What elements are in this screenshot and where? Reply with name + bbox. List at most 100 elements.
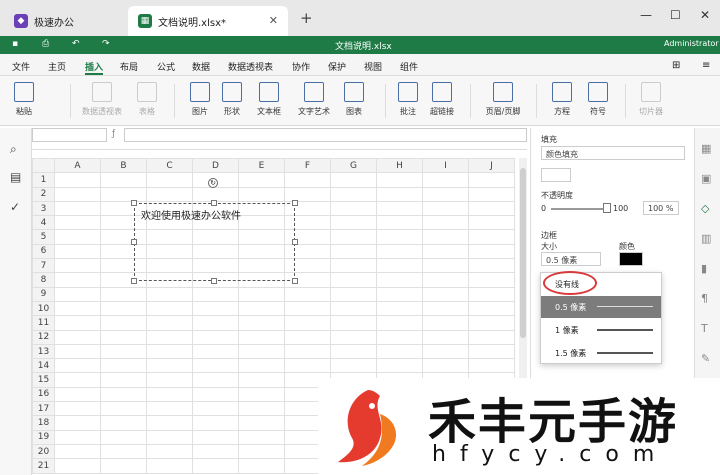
minimize-button[interactable]: — <box>640 8 652 22</box>
cell[interactable] <box>376 358 423 374</box>
cell[interactable] <box>192 343 239 360</box>
cell[interactable] <box>376 258 423 274</box>
border-color-swatch[interactable] <box>619 252 643 266</box>
name-box[interactable] <box>32 128 107 142</box>
column-header[interactable]: I <box>422 158 469 174</box>
row-header[interactable]: 6 <box>32 243 55 260</box>
new-tab-button[interactable]: + <box>300 9 313 27</box>
menu-view[interactable]: 视图 <box>364 60 382 73</box>
chart-button[interactable]: 图表 <box>340 82 368 117</box>
bar-chart-icon[interactable]: ▮ <box>701 262 707 275</box>
cell[interactable] <box>192 401 239 417</box>
cell[interactable] <box>100 415 147 431</box>
select-all-corner[interactable] <box>32 158 55 174</box>
dropdown-option-15[interactable]: 1.5 像素 <box>541 342 661 364</box>
cell[interactable] <box>54 315 101 331</box>
cell[interactable] <box>100 443 147 460</box>
row-header[interactable]: 2 <box>32 186 55 202</box>
cell[interactable] <box>330 272 377 288</box>
cell[interactable] <box>238 286 285 302</box>
cell[interactable] <box>468 229 515 245</box>
cell[interactable] <box>422 300 469 317</box>
row-header[interactable]: 1 <box>32 172 55 188</box>
formula-input[interactable] <box>124 128 527 142</box>
equation-button[interactable]: 方程 <box>548 82 576 117</box>
cell[interactable] <box>100 429 147 445</box>
shape-settings-icon[interactable]: ◇ <box>701 202 709 215</box>
open-file-icon[interactable]: ⊞ <box>672 60 680 71</box>
resize-handle[interactable] <box>292 200 298 206</box>
cell[interactable] <box>100 386 147 403</box>
cell[interactable] <box>146 401 193 417</box>
dropdown-option-1[interactable]: 1 像素 <box>541 319 661 341</box>
cell[interactable] <box>54 200 101 217</box>
cell[interactable] <box>54 429 101 445</box>
row-header[interactable]: 8 <box>32 272 55 288</box>
cell[interactable] <box>54 401 101 417</box>
cell[interactable] <box>54 215 101 231</box>
menu-protect[interactable]: 保护 <box>328 60 346 73</box>
cell[interactable] <box>146 458 193 474</box>
close-window-button[interactable]: ✕ <box>700 8 710 22</box>
cell[interactable] <box>468 286 515 302</box>
cell[interactable] <box>146 329 193 345</box>
cell[interactable] <box>330 215 377 231</box>
textart-button[interactable]: 文字艺术 <box>292 82 336 117</box>
header-footer-button[interactable]: 页眉/页脚 <box>482 82 524 117</box>
row-header[interactable]: 3 <box>32 200 55 217</box>
cell[interactable] <box>146 372 193 388</box>
cell[interactable] <box>376 243 423 260</box>
cell[interactable] <box>54 386 101 403</box>
cell[interactable] <box>330 200 377 217</box>
resize-handle[interactable] <box>211 278 217 284</box>
fill-select[interactable]: 颜色填充 <box>541 146 685 160</box>
table-button[interactable]: 表格 <box>133 82 161 117</box>
cell[interactable] <box>192 315 239 331</box>
menu-insert[interactable]: 插入 <box>85 60 104 75</box>
cell[interactable] <box>376 343 423 360</box>
cell[interactable] <box>238 401 285 417</box>
cell[interactable] <box>284 172 331 188</box>
border-size-select[interactable]: 0.5 像素 <box>541 252 601 266</box>
cell[interactable] <box>54 258 101 274</box>
cell[interactable] <box>468 300 515 317</box>
spellcheck-icon[interactable]: ✓ <box>10 200 20 214</box>
print-icon[interactable]: ⎙ <box>42 39 49 49</box>
cell[interactable] <box>376 215 423 231</box>
cell[interactable] <box>422 329 469 345</box>
cell[interactable] <box>422 272 469 288</box>
resize-handle[interactable] <box>131 278 137 284</box>
cell[interactable] <box>376 172 423 188</box>
menu-collab[interactable]: 协作 <box>292 60 310 73</box>
column-header[interactable]: D <box>192 158 239 174</box>
menu-file[interactable]: 文件 <box>12 60 30 73</box>
cell[interactable] <box>238 358 285 374</box>
menu-formula[interactable]: 公式 <box>157 60 175 73</box>
menu-data[interactable]: 数据 <box>192 60 210 73</box>
textart-settings-icon[interactable]: T <box>701 322 708 335</box>
opacity-input[interactable]: 100 % <box>643 201 679 215</box>
column-header[interactable]: G <box>330 158 377 174</box>
row-header[interactable]: 12 <box>32 329 55 345</box>
cell[interactable] <box>192 372 239 388</box>
cell[interactable] <box>146 300 193 317</box>
resize-handle[interactable] <box>131 200 137 206</box>
comments-icon[interactable]: ▤ <box>10 170 21 184</box>
cell[interactable] <box>330 358 377 374</box>
pivot-button[interactable]: 数据透视表 <box>78 82 126 117</box>
close-tab-icon[interactable]: ✕ <box>269 14 278 27</box>
cell[interactable] <box>100 300 147 317</box>
cell[interactable] <box>468 186 515 202</box>
cell[interactable] <box>192 429 239 445</box>
row-header[interactable]: 4 <box>32 215 55 231</box>
cell[interactable] <box>54 172 101 188</box>
row-header[interactable]: 9 <box>32 286 55 302</box>
chart-settings-icon[interactable]: ▥ <box>701 232 711 245</box>
undo-icon[interactable]: ↶ <box>72 39 80 49</box>
cell[interactable] <box>192 443 239 460</box>
image-settings-icon[interactable]: ▣ <box>701 172 711 185</box>
cell[interactable] <box>146 186 193 202</box>
cell[interactable] <box>468 315 515 331</box>
cell[interactable] <box>146 343 193 360</box>
cell[interactable] <box>238 172 285 188</box>
